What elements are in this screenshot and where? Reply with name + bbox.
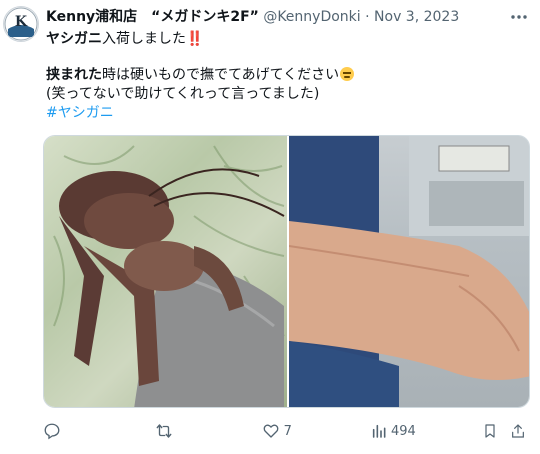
retweet-icon xyxy=(156,424,172,438)
more-icon xyxy=(511,15,527,19)
avatar[interactable]: K xyxy=(3,6,39,42)
media-grid xyxy=(43,135,530,408)
author-handle[interactable]: @KennyDonki xyxy=(263,9,360,25)
laughing-note-text: (笑ってないで助けてくれって言ってました) xyxy=(46,86,320,102)
tweet-line-4: #ヤシガニ xyxy=(46,104,530,122)
avatar-letter: K xyxy=(15,14,28,30)
meta-separator: · xyxy=(365,9,370,25)
heart-icon xyxy=(263,424,279,438)
tweet-header: Kenny浦和店 “メガドンキ2F” @KennyDonki · Nov 3, … xyxy=(46,8,500,26)
coconut-crab-photo[interactable] xyxy=(44,136,287,407)
author-name[interactable]: Kenny浦和店 “メガドンキ2F” xyxy=(46,9,259,25)
arm-photo[interactable] xyxy=(289,136,529,407)
bookmark-button[interactable] xyxy=(482,422,510,440)
views-button[interactable]: 494 xyxy=(371,423,482,439)
advice-text: 時は硬いもので撫でてあげてください xyxy=(102,67,340,83)
double-exclamation-emoji: ‼️ xyxy=(186,31,204,47)
tweet-line-1: ヤシガニ入荷しました‼️ xyxy=(46,30,530,48)
tweet-line-2: 挟まれた時は硬いもので撫でてあげてください xyxy=(46,66,530,84)
arm-image-icon xyxy=(289,136,529,407)
tweet-actions: 7 494 xyxy=(43,420,530,442)
like-count: 7 xyxy=(283,423,292,439)
bold-text-coconut-crab: ヤシガニ xyxy=(46,31,102,47)
reply-button[interactable] xyxy=(43,422,154,440)
store-logo-icon: K xyxy=(4,7,38,41)
hashtag-link[interactable]: #ヤシガニ xyxy=(46,105,114,121)
share-button[interactable] xyxy=(510,422,530,440)
bold-text-pinched: 挟まれた xyxy=(46,67,102,83)
more-options-button[interactable] xyxy=(506,6,532,28)
views-count: 494 xyxy=(390,423,416,439)
frustrated-face-emoji-icon xyxy=(340,67,355,81)
share-icon xyxy=(512,424,525,438)
coconut-crab-image-icon xyxy=(53,145,285,407)
retweet-button[interactable] xyxy=(154,422,261,440)
reply-icon xyxy=(44,423,60,440)
bookmark-icon xyxy=(485,424,495,438)
arrival-text: 入荷しました xyxy=(102,31,186,47)
views-icon xyxy=(372,424,386,438)
tweet-date[interactable]: Nov 3, 2023 xyxy=(374,9,459,25)
like-button[interactable]: 7 xyxy=(262,422,371,440)
tweet-line-3: (笑ってないで助けてくれって言ってました) xyxy=(46,85,530,103)
